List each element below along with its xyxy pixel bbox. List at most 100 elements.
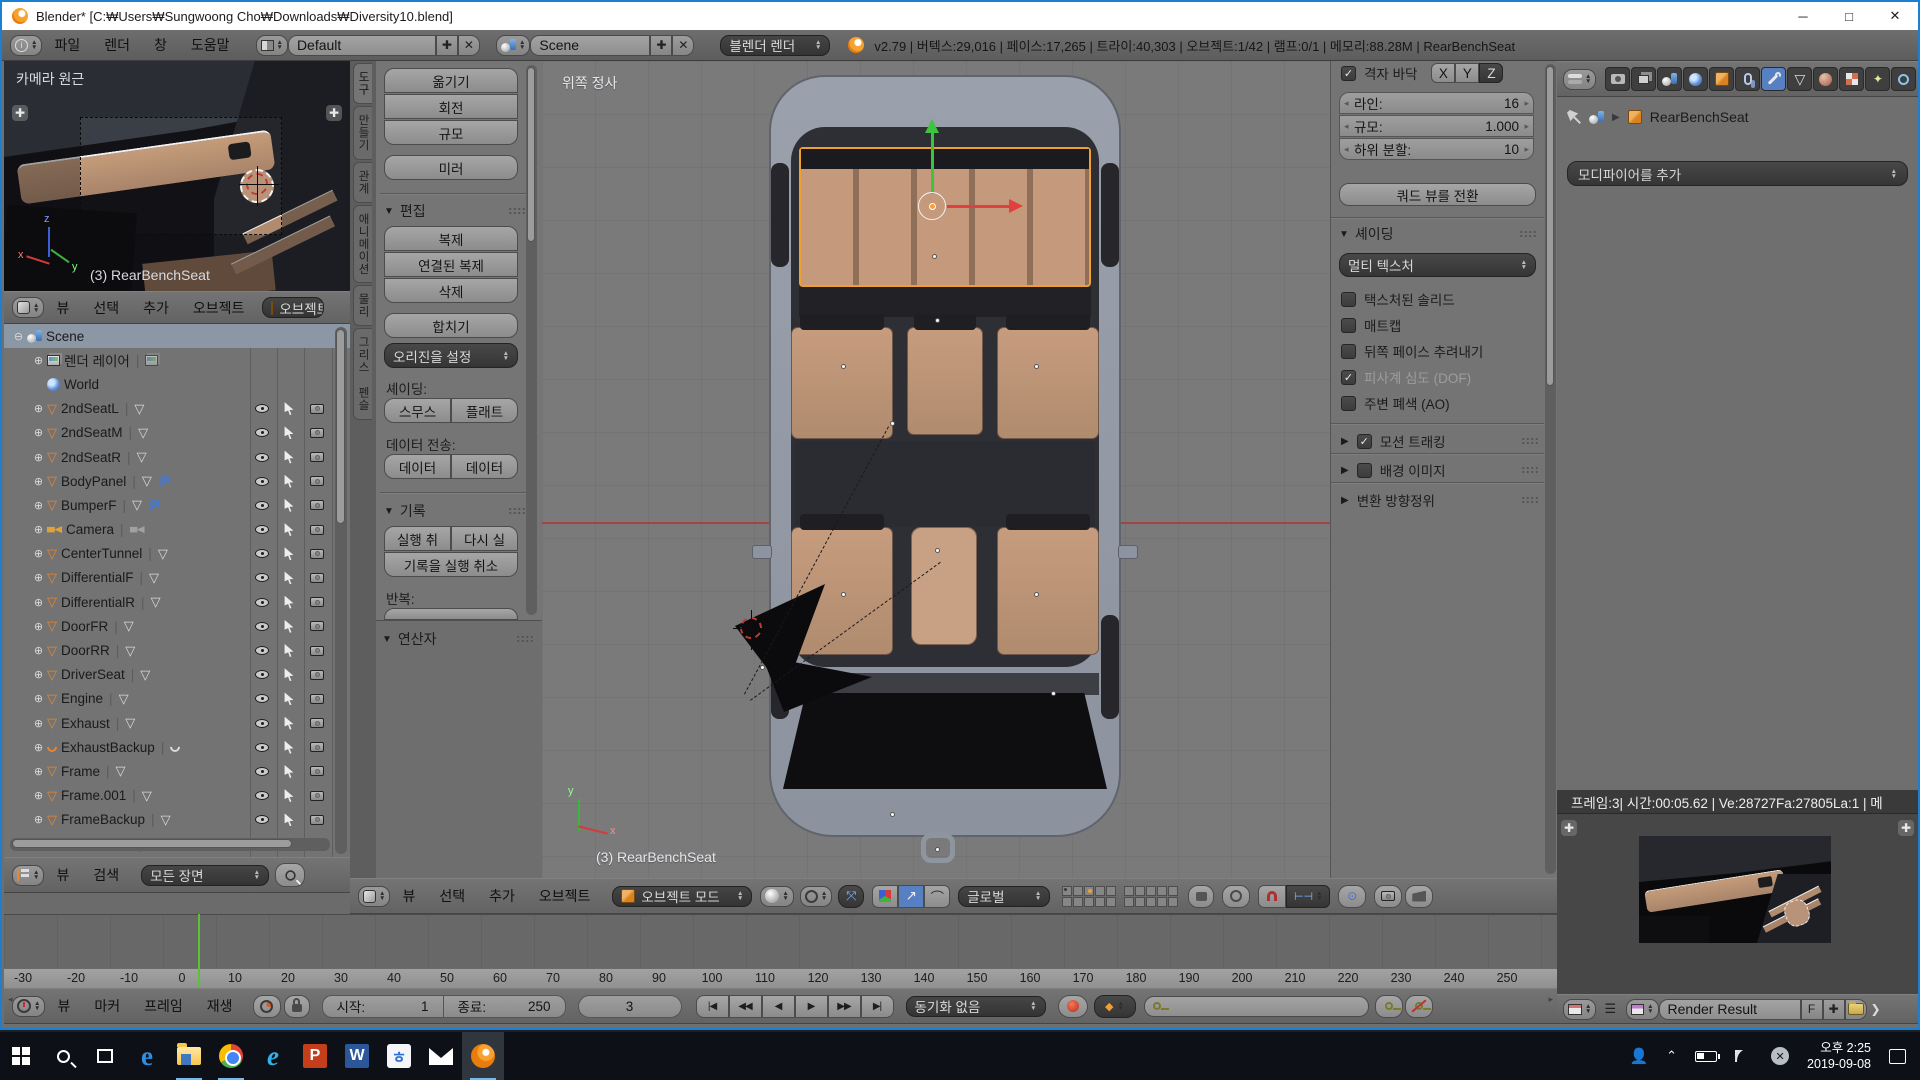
outliner-item-DoorFR[interactable]: ⊕▽DoorFR|▽	[4, 614, 350, 638]
duplicate-button[interactable]: 복제	[384, 226, 518, 251]
properties-tab-physics[interactable]	[1891, 67, 1916, 91]
grid-lines-field[interactable]: ◂라인:16▸	[1339, 92, 1534, 114]
shading-option-4[interactable]: 주변 폐색 (AO)	[1341, 393, 1450, 413]
layer-11[interactable]	[1124, 886, 1134, 896]
selectable-toggle[interactable]	[277, 397, 301, 421]
current-frame-field[interactable]: ◂3▸	[578, 995, 682, 1018]
expand-icon[interactable]: ⊖	[12, 330, 25, 343]
render-toggle[interactable]	[305, 759, 329, 783]
properties-editor[interactable]: ▲▼ ▽✦ ▶ RearBenchSeat 모디파이어를 추가 ▲▼	[1557, 61, 1918, 790]
screen-layout-selector[interactable]: ▲▼	[256, 35, 288, 56]
timeline-ruler[interactable]: -30-20-100102030405060708090100110120130…	[4, 968, 1557, 988]
expand-icon[interactable]: ⊕	[32, 692, 45, 705]
hide-toggle[interactable]	[250, 711, 274, 735]
menu-icon[interactable]: ☰	[1604, 1001, 1616, 1017]
edit-panel-header[interactable]: ▼편집	[384, 201, 526, 221]
hide-toggle[interactable]	[250, 759, 274, 783]
expand-icon[interactable]: ⊕	[32, 426, 45, 439]
selectable-toggle[interactable]	[277, 808, 301, 832]
axis-y-toggle[interactable]: Y	[1455, 63, 1479, 83]
delete-button[interactable]: 삭제	[384, 278, 518, 303]
outliner-item-DriverSeat[interactable]: ⊕▽DriverSeat|▽	[4, 663, 350, 687]
topbar-menu-2[interactable]: 창	[142, 35, 179, 55]
translate-button[interactable]: 옮기기	[384, 68, 518, 93]
taskbar-file-explorer[interactable]	[168, 1032, 210, 1080]
expand-sidebar-button[interactable]: ✚	[326, 105, 342, 121]
shading-panel-header[interactable]: ▼셰이딩	[1339, 224, 1537, 244]
front-seat-right[interactable]	[997, 527, 1099, 655]
keying-set-selector[interactable]: ◆ ▲▼	[1094, 995, 1136, 1018]
jump-to-start-button[interactable]: |◀	[696, 995, 729, 1018]
add-modifier-dropdown[interactable]: 모디파이어를 추가 ▲▼	[1567, 161, 1908, 186]
selectable-toggle[interactable]	[277, 542, 301, 566]
outliner-item-Scene[interactable]: ⊖Scene	[4, 324, 350, 348]
outliner-item-2ndSeatR[interactable]: ⊕▽2ndSeatR|▽	[4, 445, 350, 469]
delete-layout-button[interactable]: ✕	[458, 35, 480, 56]
end-frame-field[interactable]: 종료:250	[444, 995, 566, 1018]
auto-keyframe-button[interactable]	[1058, 995, 1088, 1018]
properties-tab-material[interactable]	[1813, 67, 1838, 91]
expand-icon[interactable]: ⊕	[32, 717, 45, 730]
pivot-point-selector[interactable]: ▲▼	[800, 886, 832, 907]
taskbar-chrome[interactable]	[210, 1032, 252, 1080]
layer-15[interactable]	[1168, 886, 1178, 896]
front-seat-left[interactable]	[791, 527, 893, 655]
hide-toggle[interactable]	[250, 542, 274, 566]
layer-14[interactable]	[1157, 886, 1167, 896]
expand-header-icon[interactable]: ❯	[1871, 1002, 1881, 1016]
hide-toggle[interactable]	[250, 566, 274, 590]
timeline-menu-0[interactable]: 뷰	[45, 996, 82, 1016]
editor-type-selector[interactable]: ▲▼	[12, 297, 44, 318]
motion-tracking-checkbox[interactable]: ✓	[1357, 434, 1372, 449]
task-view-button[interactable]	[84, 1032, 126, 1080]
proportional-edit-button[interactable]	[1222, 885, 1250, 908]
render-toggle[interactable]	[305, 397, 329, 421]
scene-selector[interactable]: ▲▼	[496, 35, 530, 56]
viewport-menu-1[interactable]: 선택	[427, 886, 477, 906]
viewport-menu-3[interactable]: 오브젝트	[527, 886, 603, 906]
properties-tab-world[interactable]	[1683, 67, 1708, 91]
hide-toggle[interactable]	[250, 493, 274, 517]
layout-name-field[interactable]: Default	[288, 35, 436, 56]
grid-floor-checkbox[interactable]: ✓	[1341, 66, 1356, 81]
grid-scale-field[interactable]: ◂규모:1.000▸	[1339, 115, 1534, 137]
snap-toggle[interactable]	[1258, 885, 1286, 908]
expand-icon[interactable]: ⊕	[32, 813, 45, 826]
undo-history-button[interactable]: 기록을 실행 취소	[384, 552, 518, 577]
expand-icon[interactable]: ⊕	[32, 644, 45, 657]
outliner-item-Frame.001[interactable]: ⊕▽Frame.001|▽	[4, 784, 350, 808]
outliner-item-렌더 레이어[interactable]: ⊕렌더 레이어|	[4, 348, 350, 372]
toolshelf-tab-도구[interactable]: 도구	[353, 63, 372, 104]
expand-icon[interactable]: ⊕	[32, 523, 45, 536]
second-seat-right[interactable]	[997, 327, 1099, 439]
maximize-button[interactable]: □	[1826, 2, 1872, 30]
outliner-item-World[interactable]: World	[4, 372, 350, 396]
layer-18[interactable]	[1146, 897, 1156, 907]
expand-icon[interactable]: ⊕	[32, 620, 45, 633]
display-scope-selector[interactable]: 모든 장면 ▲▼	[141, 865, 269, 886]
search-button[interactable]	[275, 863, 305, 887]
selectable-toggle[interactable]	[277, 735, 301, 759]
editor-type-selector[interactable]: i ▲▼	[10, 35, 42, 56]
expand-icon[interactable]: ⊕	[32, 765, 45, 778]
texture-mode-dropdown[interactable]: 멀티 텍스처 ▲▼	[1339, 253, 1536, 277]
battery-icon[interactable]	[1695, 1051, 1717, 1062]
expand-panel-button[interactable]: ✚	[1561, 820, 1577, 836]
camview-menu-2[interactable]: 추가	[131, 298, 181, 318]
close-button[interactable]: ✕	[1872, 2, 1918, 30]
render-toggle[interactable]	[305, 687, 329, 711]
data-transfer-button[interactable]: 데이터	[384, 454, 451, 479]
layer-7[interactable]	[1073, 897, 1083, 907]
expand-icon[interactable]: ⊕	[32, 741, 45, 754]
layer-9[interactable]	[1095, 897, 1105, 907]
selectable-toggle[interactable]	[277, 614, 301, 638]
hide-toggle[interactable]	[250, 518, 274, 542]
rotate-button[interactable]: 회전	[384, 94, 518, 119]
expand-icon[interactable]: ⊕	[32, 402, 45, 415]
shade-flat-button[interactable]: 플래트	[451, 398, 518, 423]
hide-toggle[interactable]	[250, 808, 274, 832]
properties-tab-render-layers[interactable]	[1631, 67, 1656, 91]
selectable-toggle[interactable]	[277, 663, 301, 687]
fake-user-button[interactable]: F	[1801, 999, 1823, 1020]
play-reverse-button[interactable]: ◀	[762, 995, 795, 1018]
